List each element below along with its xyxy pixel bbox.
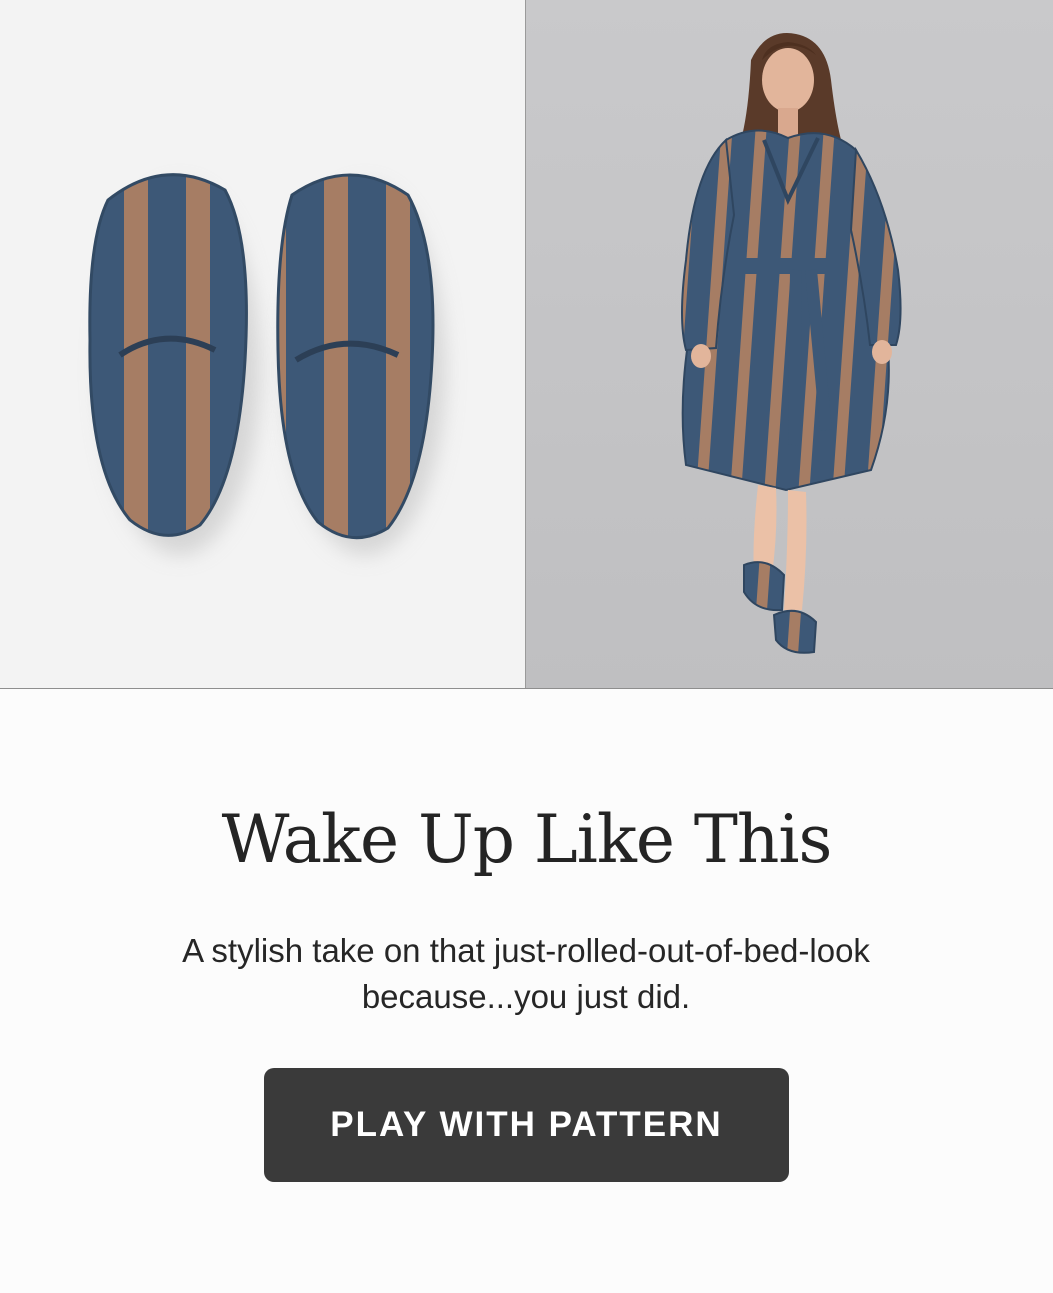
left-slipper: [88, 173, 248, 537]
hero-images: [0, 0, 1053, 689]
promo-subtext: A stylish take on that just-rolled-out-o…: [182, 932, 870, 1015]
robe-model-image[interactable]: [526, 0, 1053, 689]
right-slipper: [276, 173, 435, 540]
robe-model-illustration: [526, 0, 1053, 689]
slippers-image[interactable]: [0, 0, 526, 689]
play-with-pattern-button[interactable]: PLAY WITH PATTERN: [264, 1068, 789, 1182]
slippers-illustration: [88, 173, 445, 555]
promo-headline: Wake Up Like This: [221, 801, 833, 878]
